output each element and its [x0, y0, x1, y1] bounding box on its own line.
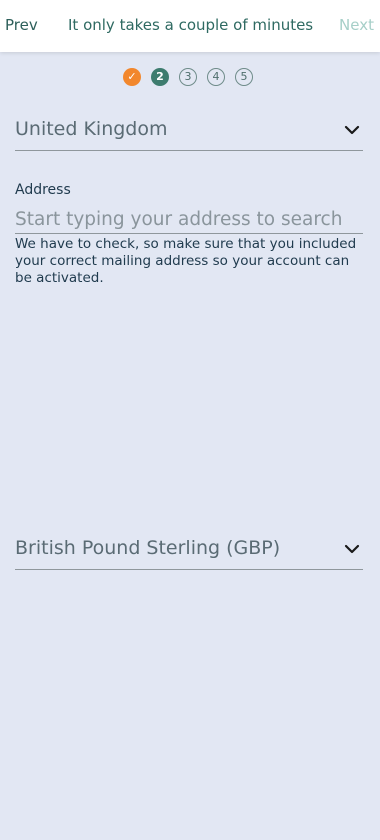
- currency-select-value: British Pound Sterling (GBP): [15, 537, 281, 559]
- country-select[interactable]: United Kingdom: [15, 114, 363, 151]
- header-title: It only takes a couple of minutes: [68, 16, 314, 34]
- next-button[interactable]: Next: [339, 16, 374, 34]
- chevron-down-icon: [344, 544, 360, 554]
- step-3: 3: [179, 68, 197, 86]
- step-4: 4: [207, 68, 225, 86]
- step-5: 5: [235, 68, 253, 86]
- check-icon: ✓: [127, 70, 137, 83]
- country-select-value: United Kingdom: [15, 118, 168, 140]
- step-1-completed: ✓: [123, 68, 141, 86]
- address-help-text: We have to check, so make sure that you …: [15, 236, 357, 286]
- top-navigation-bar: Prev It only takes a couple of minutes N…: [0, 0, 380, 52]
- address-input[interactable]: [15, 205, 363, 234]
- address-label: Address: [15, 182, 71, 198]
- chevron-down-icon: [344, 125, 360, 135]
- step-2-current: 2: [151, 68, 169, 86]
- currency-select[interactable]: British Pound Sterling (GBP): [15, 533, 363, 570]
- prev-button[interactable]: Prev: [5, 16, 38, 34]
